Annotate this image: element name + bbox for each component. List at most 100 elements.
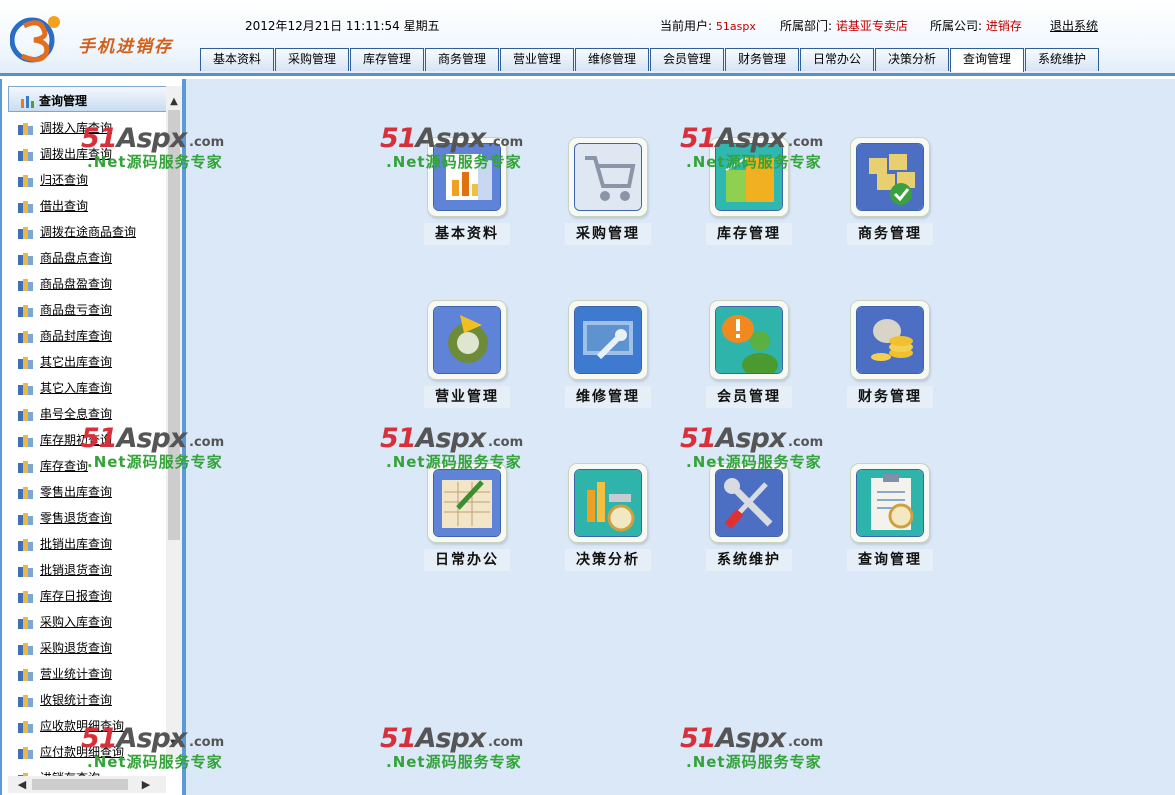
datetime: 2012年12月21日 11:11:54 星期五 [245,19,440,33]
sidebar-item[interactable]: 库存查询 [18,453,166,479]
user-label: 当前用户: [660,19,713,33]
module-tile[interactable]: 基本资料 [424,137,510,249]
tab-office[interactable]: 日常办公 [800,48,874,71]
module-tile[interactable]: 决策分析 [565,463,651,575]
sidebar-item[interactable]: 批销退货查询 [18,557,166,583]
module-icon-frame [850,300,930,380]
tab-system[interactable]: 系统维护 [1025,48,1099,71]
module-tile[interactable]: 查询管理 [847,463,933,575]
sidebar-item[interactable]: 零售退货查询 [18,505,166,531]
module-tile[interactable]: 采购管理 [565,137,651,249]
sidebar-item[interactable]: 库存日报查询 [18,583,166,609]
module-tile[interactable]: 营业管理 [424,300,510,412]
sidebar-horizontal-scrollbar[interactable]: ◀ ▶ [8,776,166,793]
sidebar-item-label: 商品盘盈查询 [40,277,113,291]
tab-member[interactable]: 会员管理 [650,48,724,71]
sidebar-item[interactable]: 商品盘盈查询 [18,271,166,297]
sidebar-item[interactable]: 商品封库查询 [18,323,166,349]
tab-sales[interactable]: 营业管理 [500,48,574,71]
menu-books-icon [18,695,33,707]
module-tile[interactable]: 会员管理 [706,300,792,412]
module-icon-frame [709,300,789,380]
department: 所属部门: 诺基亚专卖店 [780,17,908,34]
sidebar-item[interactable]: 收银统计查询 [18,687,166,713]
sidebar-item-label: 采购入库查询 [40,615,113,629]
tab-repair[interactable]: 维修管理 [575,48,649,71]
sidebar-item[interactable]: 商品盘亏查询 [18,297,166,323]
module-label: 库存管理 [706,223,792,245]
module-label: 决策分析 [565,549,651,571]
company-value: 进销存 [985,19,1022,33]
sidebar-item[interactable]: 调拨在途商品查询 [18,219,166,245]
sidebar-item[interactable]: 借出查询 [18,193,166,219]
tab-finance[interactable]: 财务管理 [725,48,799,71]
sidebar-item-label: 应收款明细查询 [40,719,125,733]
scroll-thumb[interactable] [168,110,180,540]
menu-books-icon [18,305,33,317]
sidebar-item[interactable]: 零售出库查询 [18,479,166,505]
tab-query[interactable]: 查询管理 [950,48,1024,72]
scroll-up-icon[interactable]: ▲ [166,94,182,110]
module-tile[interactable]: 财务管理 [847,300,933,412]
sidebar-item-label: 借出查询 [40,199,89,213]
sidebar-item-label: 商品封库查询 [40,329,113,343]
sidebar-item[interactable]: 调拨入库查询 [18,115,166,141]
tab-analysis[interactable]: 决策分析 [875,48,949,71]
menu-books-icon [18,461,33,473]
sidebar-item[interactable]: 串号全息查询 [18,401,166,427]
module-icon-frame [850,137,930,217]
header: 手机进销存 2012年12月21日 11:11:54 星期五 当前用户: 51a… [0,0,1175,76]
sidebar-item-label: 采购退货查询 [40,641,113,655]
sidebar-item-label: 其它入库查询 [40,381,113,395]
sidebar-menu: 调拨入库查询调拨出库查询 归还查询借出查询调拨在途商品查询商品盘点查询商品盘盈查询… [18,115,166,791]
module-label: 营业管理 [424,386,510,408]
scroll-down-icon[interactable]: ▼ [166,736,182,752]
sidebar-item-label: 收银统计查询 [40,693,113,707]
sidebar-item-label: 批销退货查询 [40,563,113,577]
module-label: 会员管理 [706,386,792,408]
sidebar-item-label: 调拨入库查询 [40,121,113,135]
sidebar-item[interactable]: 其它出库查询 [18,349,166,375]
sidebar-item[interactable]: 营业统计查询 [18,661,166,687]
module-tile[interactable]: 系统维护 [706,463,792,575]
sidebar-header[interactable]: 查询管理 [8,86,167,112]
scroll-right-icon[interactable]: ▶ [138,776,154,793]
watermark-domain: .com [788,435,824,450]
sidebar-item[interactable]: 库存期初查询 [18,427,166,453]
module-label: 基本资料 [424,223,510,245]
tab-inventory[interactable]: 库存管理 [350,48,424,71]
sidebar-item[interactable]: 采购入库查询 [18,609,166,635]
sidebar-item-label: 零售退货查询 [40,511,113,525]
query-bars-icon [21,96,34,108]
notebook-pen-icon [434,470,500,536]
sidebar-item[interactable]: 应付款明细查询 [18,739,166,765]
module-tile[interactable]: 库存管理 [706,137,792,249]
tab-basic[interactable]: 基本资料 [200,48,274,71]
watermark-domain: .com [189,435,225,450]
tab-purchase[interactable]: 采购管理 [275,48,349,71]
cubes-check-icon [857,144,923,210]
menu-books-icon [18,123,33,135]
module-label: 维修管理 [565,386,651,408]
sidebar-item[interactable]: 采购退货查询 [18,635,166,661]
module-tile[interactable]: 维修管理 [565,300,651,412]
sidebar-item[interactable]: 调拨出库查询 [18,141,166,167]
menu-books-icon [18,383,33,395]
sidebar-item[interactable]: 其它入库查询 [18,375,166,401]
sidebar-vertical-scrollbar[interactable]: ▲ ▼ [166,86,182,760]
logout-link[interactable]: 退出系统 [1050,17,1098,34]
module-icon-frame [709,463,789,543]
hscroll-thumb[interactable] [32,779,128,790]
module-tile[interactable]: 商务管理 [847,137,933,249]
sidebar-item[interactable]: 归还查询 [18,167,166,193]
wrench-screwdriver-icon [716,470,782,536]
sidebar-item-label: 商品盘亏查询 [40,303,113,317]
sidebar-item[interactable]: 应收款明细查询 [18,713,166,739]
sidebar-item-label: 调拨在途商品查询 [40,225,137,239]
sidebar-item[interactable]: 批销出库查询 [18,531,166,557]
scroll-left-icon[interactable]: ◀ [14,776,30,793]
module-tile[interactable]: 日常办公 [424,463,510,575]
sidebar-item[interactable]: 商品盘点查询 [18,245,166,271]
menu-books-icon [18,253,33,265]
tab-business[interactable]: 商务管理 [425,48,499,71]
